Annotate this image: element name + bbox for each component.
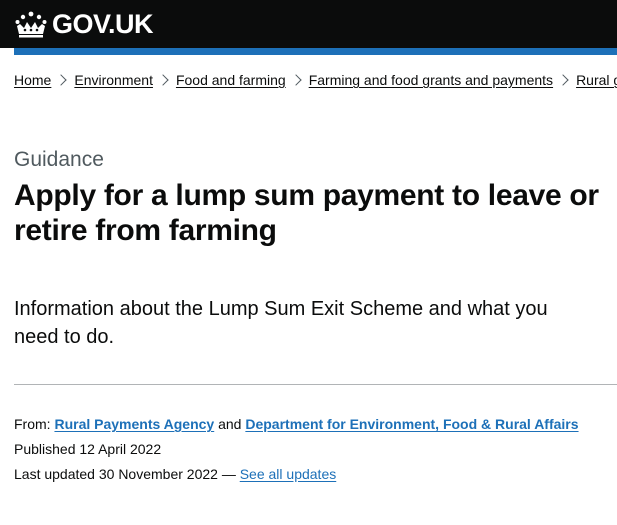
chevron-right-icon bbox=[157, 74, 169, 86]
section-divider bbox=[14, 384, 617, 385]
see-all-updates-link[interactable]: See all updates bbox=[240, 466, 337, 482]
crown-icon bbox=[15, 11, 47, 38]
breadcrumb-food-and-farming[interactable]: Food and farming bbox=[176, 72, 286, 88]
chevron-right-icon bbox=[55, 74, 68, 86]
page-caption: Guidance bbox=[14, 148, 104, 171]
metadata-updated: Last updated 30 November 2022 — See all … bbox=[14, 465, 336, 483]
published-label: Published bbox=[14, 441, 76, 457]
chevron-right-icon bbox=[557, 74, 569, 86]
from-label: From: bbox=[14, 416, 51, 432]
breadcrumb-farming-grants[interactable]: Farming and food grants and payments bbox=[309, 72, 553, 88]
breadcrumb-rural-grants[interactable]: Rural grants and payments bbox=[576, 72, 617, 88]
breadcrumb-home[interactable]: Home bbox=[14, 72, 51, 88]
breadcrumb: Home Environment Food and farming Farming a… bbox=[14, 71, 617, 91]
govuk-logo-text[interactable]: GOV.UK bbox=[52, 9, 154, 39]
metadata-from: From: Rural Payments Agency and Departme… bbox=[14, 415, 579, 433]
published-date: 12 April 2022 bbox=[79, 441, 162, 457]
govuk-logo-link[interactable]: GOV.UK bbox=[14, 9, 154, 39]
updated-label: Last updated bbox=[14, 466, 95, 482]
chevron-right-icon bbox=[290, 74, 302, 86]
updated-date: 30 November 2022 bbox=[98, 466, 218, 482]
site-header: GOV.UK bbox=[0, 0, 617, 48]
updated-separator: — bbox=[221, 466, 236, 482]
org-link-defra[interactable]: Department for Environment, Food & Rural… bbox=[245, 416, 578, 432]
header-blue-bar bbox=[14, 48, 617, 55]
breadcrumb-environment[interactable]: Environment bbox=[74, 72, 153, 88]
page-title: Apply for a lump sum payment to leave or… bbox=[14, 179, 599, 247]
and-text: and bbox=[218, 416, 242, 432]
metadata-published: Published 12 April 2022 bbox=[14, 440, 161, 458]
page-lede: Information about the Lump Sum Exit Sche… bbox=[14, 298, 548, 348]
org-link-rural-payments-agency[interactable]: Rural Payments Agency bbox=[54, 416, 214, 432]
